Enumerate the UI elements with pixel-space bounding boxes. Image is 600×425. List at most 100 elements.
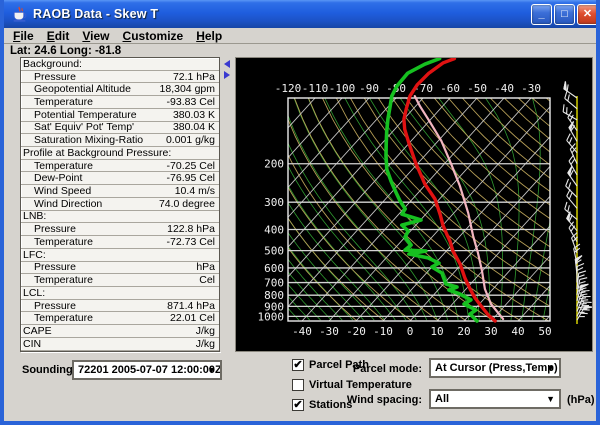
- row-label: LFC:: [21, 249, 46, 261]
- menu-edit[interactable]: Edit: [47, 29, 70, 43]
- app-window: RAOB Data - Skew T _ □ ✕ File Edit View …: [0, 0, 600, 425]
- row-label: Sat' Equiv' Pot' Temp': [21, 122, 134, 134]
- row-label: Profile at Background Pressure:: [21, 147, 171, 159]
- checkbox-check-icon[interactable]: [292, 379, 304, 391]
- row-value: -93.83 Cel: [167, 96, 219, 108]
- row-value: 0.001 g/kg: [166, 134, 219, 146]
- row-value: J/kg: [196, 338, 219, 350]
- svg-text:-110: -110: [302, 82, 329, 95]
- title-bar[interactable]: RAOB Data - Skew T _ □ ✕: [4, 0, 600, 28]
- table-row: Wind Direction 74.0 degree: [21, 198, 219, 211]
- row-value: J/kg: [196, 325, 219, 337]
- menu-bar: File Edit View Customize Help: [4, 28, 596, 44]
- menu-customize[interactable]: Customize: [123, 29, 184, 43]
- row-label: Wind Speed: [21, 185, 91, 197]
- row-label: Pressure: [21, 262, 76, 274]
- bottom-controls: Soundings: 72201 2005-07-07 12:00:00Z ▼ …: [4, 352, 596, 421]
- maximize-button[interactable]: □: [554, 4, 575, 25]
- row-label: Temperature: [21, 96, 93, 108]
- table-row: Sat' Equiv' Pot' Temp' 380.04 K: [21, 122, 219, 135]
- table-row: PressurehPa: [21, 262, 219, 275]
- sounding-data-table: Background:Pressure72.1 hPaGeopotential …: [20, 57, 220, 352]
- row-label: Geopotential Altitude: [21, 83, 131, 95]
- chevron-down-icon: ▼: [546, 394, 555, 404]
- table-row: CIN J/kg: [21, 338, 219, 351]
- row-label: Potential Temperature: [21, 109, 137, 121]
- table-row: Temperature22.01 Cel: [21, 312, 219, 325]
- parcel-mode-dropdown[interactable]: At Cursor (Press,Temp) ▼: [429, 358, 561, 378]
- minimize-button[interactable]: _: [531, 4, 552, 25]
- table-row: Pressure72.1 hPa: [21, 71, 219, 84]
- row-label: Temperature: [21, 236, 93, 248]
- row-label: CAPE: [21, 325, 52, 337]
- checkbox-check-icon[interactable]: ✔: [292, 359, 304, 371]
- svg-text:10: 10: [430, 325, 443, 338]
- svg-text:-40: -40: [292, 325, 312, 338]
- row-value: 122.8 hPa: [167, 223, 219, 235]
- checkbox-check-icon[interactable]: ✔: [292, 399, 304, 411]
- wind-spacing-dropdown[interactable]: All ▼: [429, 389, 561, 409]
- table-row: LCL:: [21, 287, 219, 300]
- table-row: Profile at Background Pressure:: [21, 147, 219, 160]
- row-label: CIN: [21, 338, 41, 350]
- svg-text:-10: -10: [373, 325, 393, 338]
- table-row: Pressure 871.4 hPa: [21, 300, 219, 313]
- svg-text:1000: 1000: [258, 310, 285, 323]
- java-app-icon: [11, 6, 28, 23]
- split-pane-divider[interactable]: [220, 57, 235, 352]
- table-row: Dew-Point-76.95 Cel: [21, 172, 219, 185]
- row-label: Pressure: [21, 300, 76, 312]
- row-value: Cel: [199, 274, 219, 286]
- table-row: Wind Speed 10.4 m/s: [21, 185, 219, 198]
- row-value: 380.04 K: [173, 122, 219, 134]
- row-value: -70.25 Cel: [167, 160, 219, 172]
- collapse-right-icon[interactable]: [224, 71, 230, 79]
- table-row: Saturation Mixing-Ratio0.001 g/kg: [21, 134, 219, 147]
- row-value: -72.73 Cel: [167, 236, 219, 248]
- svg-text:0: 0: [407, 325, 414, 338]
- svg-text:300: 300: [264, 196, 284, 209]
- svg-text:500: 500: [264, 245, 284, 258]
- wind-spacing-unit: (hPa): [567, 394, 595, 406]
- row-label: Temperature: [21, 274, 93, 286]
- svg-text:200: 200: [264, 158, 284, 171]
- row-value: 72.1 hPa: [173, 71, 219, 83]
- table-row: Potential Temperature 380.03 K: [21, 109, 219, 122]
- svg-text:-60: -60: [440, 82, 460, 95]
- close-button[interactable]: ✕: [577, 4, 598, 25]
- table-row: Temperature -70.25 Cel: [21, 160, 219, 173]
- row-label: Temperature: [21, 160, 93, 172]
- skewt-plot[interactable]: -120-110-100-90-80-70-60-50-40-30-40-30-…: [236, 58, 592, 351]
- row-value: 380.03 K: [173, 109, 219, 121]
- soundings-dropdown[interactable]: 72201 2005-07-07 12:00:00Z ▼: [72, 360, 222, 380]
- svg-text:-40: -40: [494, 82, 514, 95]
- svg-text:-30: -30: [521, 82, 541, 95]
- table-row: Geopotential Altitude18,304 gpm: [21, 83, 219, 96]
- svg-text:40: 40: [511, 325, 524, 338]
- row-label: LNB:: [21, 211, 46, 223]
- skewt-chart[interactable]: -120-110-100-90-80-70-60-50-40-30-40-30-…: [235, 57, 593, 352]
- row-value: 74.0 degree: [159, 198, 219, 210]
- row-label: Wind Direction: [21, 198, 102, 210]
- virtual-temperature-checkbox[interactable]: Virtual Temperature: [292, 379, 412, 391]
- row-value: -76.95 Cel: [167, 172, 219, 184]
- menu-file[interactable]: File: [13, 29, 34, 43]
- svg-text:700: 700: [264, 277, 284, 290]
- row-value: 10.4 m/s: [175, 185, 219, 197]
- row-label: Background:: [21, 58, 82, 70]
- chevron-down-icon: ▼: [546, 363, 555, 373]
- window-title: RAOB Data - Skew T: [33, 7, 158, 21]
- row-label: LCL:: [21, 287, 45, 299]
- svg-text:30: 30: [484, 325, 497, 338]
- collapse-left-icon[interactable]: [224, 60, 230, 68]
- row-value: 871.4 hPa: [167, 300, 219, 312]
- svg-text:-120: -120: [275, 82, 302, 95]
- row-value: 22.01 Cel: [170, 312, 219, 324]
- chevron-down-icon: ▼: [207, 365, 216, 375]
- svg-text:400: 400: [264, 223, 284, 236]
- menu-help[interactable]: Help: [196, 29, 222, 43]
- table-row: Temperature -93.83 Cel: [21, 96, 219, 109]
- svg-text:-100: -100: [329, 82, 356, 95]
- menu-view[interactable]: View: [82, 29, 109, 43]
- svg-text:50: 50: [538, 325, 551, 338]
